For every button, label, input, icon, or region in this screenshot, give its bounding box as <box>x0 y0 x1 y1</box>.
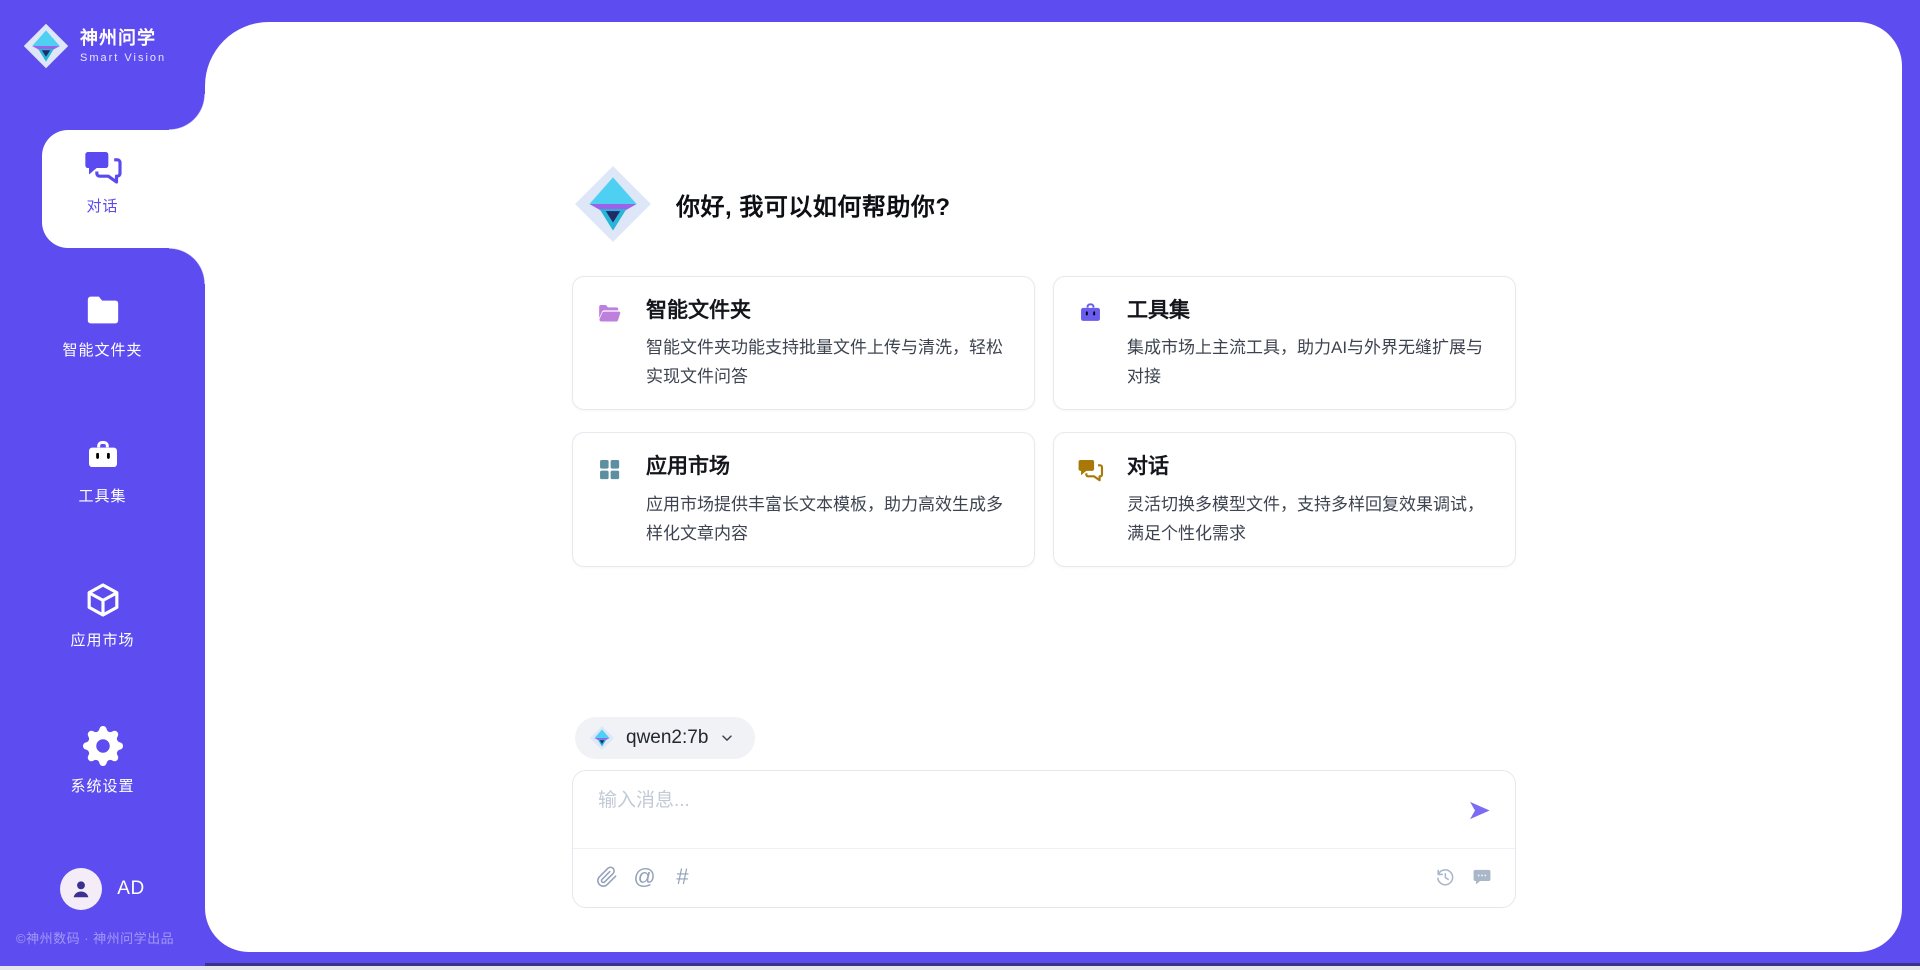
brand: 神州问学 Smart Vision <box>22 22 166 70</box>
card-title: 应用市场 <box>646 454 1010 480</box>
card-smart-folder[interactable]: 智能文件夹 智能文件夹功能支持批量文件上传与清洗，轻松实现文件问答 <box>572 276 1035 410</box>
sidebar-item-label: 智能文件夹 <box>62 339 142 360</box>
greeting-text: 你好, 我可以如何帮助你? <box>676 187 951 222</box>
sidebar-item-chat[interactable]: 对话 <box>0 146 205 216</box>
briefcase-icon <box>83 436 123 476</box>
history-icon[interactable] <box>1433 866 1456 889</box>
folder-open-icon <box>596 300 623 327</box>
card-description: 应用市场提供丰富长文本模板，助力高效生成多样化文章内容 <box>646 490 1010 548</box>
model-selector[interactable]: qwen2:7b <box>575 717 755 759</box>
topic-hash-icon[interactable]: # <box>671 866 694 889</box>
card-title: 智能文件夹 <box>646 298 1010 324</box>
send-button[interactable] <box>1466 797 1493 824</box>
feature-cards: 智能文件夹 智能文件夹功能支持批量文件上传与清洗，轻松实现文件问答 工具集 集成… <box>572 276 1516 567</box>
avatar <box>60 868 102 910</box>
conversation-icon[interactable] <box>1470 866 1493 889</box>
sidebar-item-label: 工具集 <box>78 485 126 506</box>
card-title: 对话 <box>1127 454 1491 480</box>
attachment-icon[interactable] <box>595 866 618 889</box>
card-app-market[interactable]: 应用市场 应用市场提供丰富长文本模板，助力高效生成多样化文章内容 <box>572 432 1035 566</box>
message-composer: @ # <box>572 770 1516 908</box>
sidebar-item-label: 对话 <box>86 195 118 216</box>
assistant-logo-icon <box>572 163 654 245</box>
sidebar-item-toolset[interactable]: 工具集 <box>0 436 205 506</box>
person-icon <box>68 876 94 902</box>
sidebar-item-app-market[interactable]: 应用市场 <box>0 580 205 650</box>
message-input[interactable] <box>598 785 1438 843</box>
briefcase-icon <box>1077 300 1104 327</box>
sidebar: 神州问学 Smart Vision 对话 智能文件夹 工具集 应用市场 系统设置… <box>0 0 205 966</box>
sidebar-item-settings[interactable]: 系统设置 <box>0 726 205 796</box>
sidebar-item-smart-folder[interactable]: 智能文件夹 <box>0 290 205 360</box>
card-description: 灵活切换多模型文件，支持多样回复效果调试，满足个性化需求 <box>1127 490 1491 548</box>
sidebar-item-label: 应用市场 <box>70 629 134 650</box>
card-toolset[interactable]: 工具集 集成市场上主流工具，助力AI与外界无缝扩展与对接 <box>1053 276 1516 410</box>
sidebar-item-label: 系统设置 <box>70 775 134 796</box>
app-grid-icon <box>596 456 623 483</box>
brand-name: 神州问学 <box>80 28 166 50</box>
chat-bubbles-icon <box>83 146 123 186</box>
model-name: qwen2:7b <box>626 727 708 749</box>
gear-icon <box>83 726 123 766</box>
brand-subtitle: Smart Vision <box>80 52 166 64</box>
chat-bubbles-icon <box>1077 456 1104 483</box>
card-description: 集成市场上主流工具，助力AI与外界无缝扩展与对接 <box>1127 333 1491 391</box>
composer-divider <box>573 848 1515 849</box>
model-logo-icon <box>589 725 615 751</box>
folder-icon <box>83 290 123 330</box>
cube-icon <box>83 580 123 620</box>
brand-logo-icon <box>22 22 70 70</box>
card-description: 智能文件夹功能支持批量文件上传与清洗，轻松实现文件问答 <box>646 333 1010 391</box>
user-account[interactable]: AD <box>0 868 205 910</box>
card-title: 工具集 <box>1127 298 1491 324</box>
window-bottom-strip <box>0 966 1920 970</box>
composer-toolbar: @ # <box>595 857 1493 897</box>
mention-icon[interactable]: @ <box>633 866 656 889</box>
chevron-down-icon <box>719 730 735 746</box>
main-panel: 你好, 我可以如何帮助你? 智能文件夹 智能文件夹功能支持批量文件上传与清洗，轻… <box>205 22 1902 952</box>
user-name: AD <box>117 878 144 900</box>
greeting-hero: 你好, 我可以如何帮助你? <box>572 163 951 245</box>
card-chat[interactable]: 对话 灵活切换多模型文件，支持多样回复效果调试，满足个性化需求 <box>1053 432 1516 566</box>
copyright-footer: ©神州数码 · 神州问学出品 <box>16 928 174 947</box>
send-icon <box>1466 797 1493 824</box>
